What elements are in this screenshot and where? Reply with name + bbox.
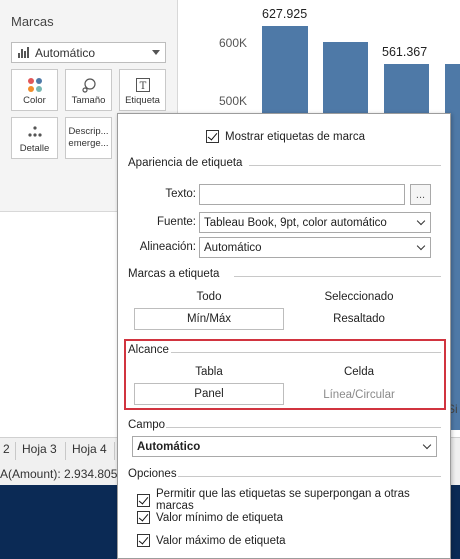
tab-divider bbox=[15, 442, 16, 460]
label-card-label: Etiqueta bbox=[125, 95, 160, 106]
y-tick-600k: 600K bbox=[219, 36, 248, 50]
max-value-text: Valor máximo de etiqueta bbox=[156, 534, 286, 547]
allow-overlap-checkbox[interactable] bbox=[137, 493, 150, 507]
status-text: A(Amount): 2.934.805 bbox=[0, 467, 118, 481]
show-labels-checkbox[interactable] bbox=[206, 130, 219, 143]
option-allow-overlap[interactable]: Permitir que las etiquetas se superponga… bbox=[137, 488, 450, 512]
label-text-field[interactable] bbox=[199, 184, 405, 205]
alignment-dropdown[interactable]: Automático bbox=[199, 237, 431, 258]
allow-overlap-text: Permitir que las etiquetas se superponga… bbox=[156, 488, 410, 512]
font-value: Tableau Book, 9pt, color automático bbox=[204, 216, 387, 229]
divider bbox=[178, 476, 441, 477]
font-label: Fuente: bbox=[157, 216, 196, 228]
detail-dots-icon bbox=[27, 126, 42, 137]
min-value-text: Valor mínimo de etiqueta bbox=[156, 511, 283, 524]
max-value-checkbox[interactable] bbox=[137, 534, 150, 547]
option-min-value[interactable]: Valor mínimo de etiqueta bbox=[137, 511, 283, 524]
tooltip-card-label: Descrip... emerge... bbox=[68, 126, 109, 149]
chevron-down-icon bbox=[416, 241, 426, 251]
alignment-label: Alineación: bbox=[139, 241, 196, 253]
tooltip-card[interactable]: Descrip... emerge... bbox=[65, 117, 112, 159]
detail-card-label: Detalle bbox=[19, 143, 50, 154]
size-icon bbox=[81, 78, 96, 93]
marks-title: Marcas bbox=[11, 14, 54, 29]
detail-card[interactable]: Detalle bbox=[11, 117, 58, 159]
mark-type-dropdown[interactable]: Automático bbox=[11, 42, 166, 63]
marks-to-label-title: Marcas a etiqueta bbox=[128, 268, 220, 280]
field-title: Campo bbox=[128, 419, 166, 431]
bar-chart-icon bbox=[18, 47, 29, 58]
color-card-label: Color bbox=[23, 95, 46, 106]
mark-type-value: Automático bbox=[35, 45, 96, 60]
text-label: Texto: bbox=[165, 188, 196, 200]
chevron-down-icon bbox=[152, 50, 160, 55]
bar-1-label: 627.925 bbox=[262, 7, 308, 21]
field-value: Automático bbox=[137, 440, 201, 453]
appearance-title: Apariencia de etiqueta bbox=[128, 157, 243, 169]
show-labels-text: Mostrar etiquetas de marca bbox=[225, 130, 365, 143]
bar-3-label: 561.367 bbox=[382, 45, 428, 59]
font-dropdown[interactable]: Tableau Book, 9pt, color automático bbox=[199, 212, 431, 233]
field-dropdown[interactable]: Automático bbox=[132, 436, 437, 457]
chevron-down-icon bbox=[416, 216, 426, 226]
color-card[interactable]: Color bbox=[11, 69, 58, 111]
tab-sheet-2[interactable]: 2 bbox=[3, 442, 10, 456]
tab-hoja-4[interactable]: Hoja 4 bbox=[72, 442, 107, 456]
alignment-value: Automático bbox=[204, 241, 262, 254]
option-all[interactable]: Todo bbox=[134, 291, 284, 303]
divider bbox=[166, 427, 441, 428]
chevron-down-icon bbox=[422, 440, 432, 450]
scope-highlight-box bbox=[124, 339, 446, 410]
label-T-icon: T bbox=[135, 78, 150, 92]
divider bbox=[234, 276, 441, 277]
tab-hoja-3[interactable]: Hoja 3 bbox=[22, 442, 57, 456]
svg-text:T: T bbox=[139, 81, 146, 92]
edit-text-button[interactable]: ... bbox=[410, 184, 431, 205]
color-dots-icon bbox=[27, 78, 42, 92]
label-settings-popup: Mostrar etiquetas de marca Apariencia de… bbox=[117, 113, 451, 559]
y-tick-500k: 500K bbox=[219, 94, 248, 108]
divider bbox=[249, 165, 441, 166]
show-mark-labels-option[interactable]: Mostrar etiquetas de marca bbox=[206, 130, 365, 143]
size-card-label: Tamaño bbox=[71, 95, 106, 106]
option-selected[interactable]: Seleccionado bbox=[284, 291, 434, 303]
option-minmax[interactable]: Mín/Máx bbox=[134, 308, 284, 330]
tab-divider bbox=[114, 442, 115, 460]
min-value-checkbox[interactable] bbox=[137, 511, 150, 524]
option-max-value[interactable]: Valor máximo de etiqueta bbox=[137, 534, 286, 547]
tab-divider bbox=[65, 442, 66, 460]
size-card[interactable]: Tamaño bbox=[65, 69, 112, 111]
label-card[interactable]: T Etiqueta bbox=[119, 69, 166, 111]
option-highlighted[interactable]: Resaltado bbox=[284, 313, 434, 325]
options-title: Opciones bbox=[128, 468, 177, 480]
